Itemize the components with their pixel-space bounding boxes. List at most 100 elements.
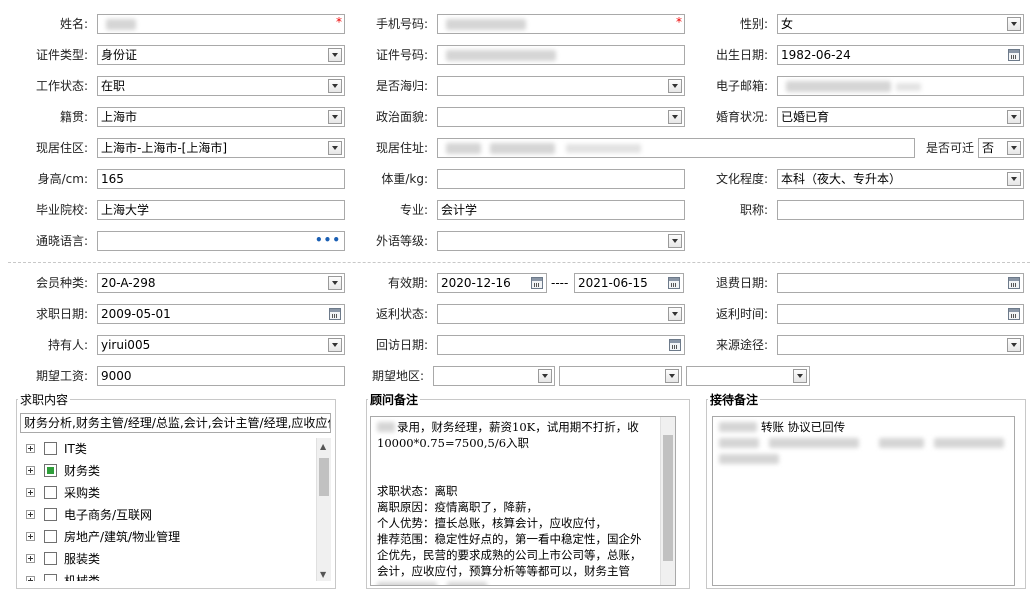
chevron-down-icon[interactable] [538, 369, 552, 383]
residence-address-input[interactable] [437, 138, 915, 158]
professional-title-input[interactable] [777, 200, 1024, 220]
name-input[interactable]: * [97, 14, 345, 34]
tree-item-label: 机械类 [64, 574, 101, 581]
phone-input[interactable]: * [437, 14, 685, 34]
language-input[interactable]: ••• [97, 231, 345, 251]
source-channel-select[interactable] [777, 335, 1024, 355]
note-line-text: 转账 协议已回传 [761, 420, 846, 434]
relocatable-value: 否 [982, 141, 995, 155]
work-status-select[interactable]: 在职 [97, 76, 345, 96]
chevron-down-icon[interactable] [328, 141, 342, 155]
job-date-input[interactable]: 2009-05-01 [97, 304, 345, 324]
native-place-select[interactable]: 上海市 [97, 107, 345, 127]
chevron-down-icon[interactable] [668, 234, 682, 248]
id-type-select[interactable]: 身份证 [97, 45, 345, 65]
calendar-icon[interactable] [531, 277, 543, 289]
expected-region-label: 期望地区: [371, 369, 424, 383]
checkbox-partial[interactable] [44, 464, 57, 477]
chevron-down-icon[interactable] [668, 307, 682, 321]
relocatable-select[interactable]: 否 [978, 138, 1024, 158]
chevron-down-icon[interactable] [328, 276, 342, 290]
valid-from-input[interactable]: 2020-12-16 [437, 273, 547, 293]
region-city-select[interactable] [559, 366, 682, 386]
job-content-summary[interactable]: 财务分析,财务主管/经理/总监,会计,会计主管/经理,应收应付 [20, 413, 331, 433]
foreign-language-level-select[interactable] [437, 231, 685, 251]
visit-date-input[interactable] [437, 335, 685, 355]
scroll-up-icon[interactable]: ▲ [320, 442, 326, 451]
expand-icon[interactable] [26, 554, 35, 563]
chevron-down-icon[interactable] [1007, 338, 1021, 352]
chevron-down-icon[interactable] [668, 110, 682, 124]
checkbox[interactable] [44, 530, 57, 543]
calendar-icon[interactable] [669, 339, 681, 351]
checkbox[interactable] [44, 486, 57, 499]
weight-input[interactable] [437, 169, 685, 189]
region-district-select[interactable] [686, 366, 810, 386]
work-status-label: 工作状态: [35, 79, 88, 93]
region-province-select[interactable] [433, 366, 555, 386]
chevron-down-icon[interactable] [328, 48, 342, 62]
expand-icon[interactable] [26, 444, 35, 453]
checkbox[interactable] [44, 574, 57, 581]
id-number-input[interactable] [437, 45, 685, 65]
expand-icon[interactable] [26, 532, 35, 541]
birth-date-input[interactable]: 1982-06-24 [777, 45, 1024, 65]
expected-salary-input[interactable]: 9000 [97, 366, 345, 386]
birth-date-value: 1982-06-24 [781, 48, 851, 62]
calendar-icon[interactable] [1008, 277, 1020, 289]
political-status-select[interactable] [437, 107, 685, 127]
note-line: 会计，应收应付，预算分析等等都可以，财务主管 [377, 564, 630, 578]
expand-icon[interactable] [26, 488, 35, 497]
advisor-notes-scrollbar[interactable] [660, 417, 675, 585]
more-options-icon[interactable]: ••• [315, 232, 341, 248]
job-category-tree[interactable]: IT类 财务类 采购类 电子商务/互联网 房地产/建筑/物业管理 服装类 机械类… [20, 438, 331, 581]
scroll-thumb[interactable] [663, 435, 673, 561]
rebate-time-input[interactable] [777, 304, 1024, 324]
calendar-icon[interactable] [1008, 49, 1020, 61]
holder-select[interactable]: yirui005 [97, 335, 345, 355]
calendar-icon[interactable] [668, 277, 680, 289]
expand-icon[interactable] [26, 510, 35, 519]
school-input[interactable]: 上海大学 [97, 200, 345, 220]
chevron-down-icon[interactable] [1007, 17, 1021, 31]
refund-date-input[interactable] [777, 273, 1024, 293]
chevron-down-icon[interactable] [328, 110, 342, 124]
checkbox[interactable] [44, 442, 57, 455]
residence-area-select[interactable]: 上海市-上海市-[上海市] [97, 138, 345, 158]
expand-icon[interactable] [26, 576, 35, 581]
chevron-down-icon[interactable] [328, 338, 342, 352]
email-input[interactable] [777, 76, 1024, 96]
scroll-down-icon[interactable]: ▼ [320, 570, 326, 579]
checkbox[interactable] [44, 552, 57, 565]
note-line: 录用，财务经理，薪资10K，试用期不打折，收 [377, 419, 661, 435]
marital-status-select[interactable]: 已婚已育 [777, 107, 1024, 127]
major-input[interactable]: 会计学 [437, 200, 685, 220]
gender-select[interactable]: 女 [777, 14, 1024, 34]
member-type-select[interactable]: 20-A-298 [97, 273, 345, 293]
chevron-down-icon[interactable] [1007, 172, 1021, 186]
required-mark: * [336, 15, 342, 29]
checkbox[interactable] [44, 508, 57, 521]
expand-icon[interactable] [26, 466, 35, 475]
date-range-separator: ---- [551, 276, 569, 290]
height-input[interactable]: 165 [97, 169, 345, 189]
advisor-notes-textarea[interactable]: 录用，财务经理，薪资10K，试用期不打折，收 10000*0.75=7500,5… [370, 416, 676, 586]
chevron-down-icon[interactable] [1007, 110, 1021, 124]
reception-notes-textarea[interactable]: 转账 协议已回传 [712, 416, 1015, 586]
education-value: 本科（夜大、专升本） [781, 172, 902, 186]
rebate-status-select[interactable] [437, 304, 685, 324]
tree-scrollbar[interactable]: ▲ ▼ [316, 438, 331, 581]
education-select[interactable]: 本科（夜大、专升本） [777, 169, 1024, 189]
calendar-icon[interactable] [329, 308, 341, 320]
overseas-select[interactable] [437, 76, 685, 96]
chevron-down-icon[interactable] [793, 369, 807, 383]
calendar-icon[interactable] [1008, 308, 1020, 320]
chevron-down-icon[interactable] [665, 369, 679, 383]
scroll-thumb[interactable] [319, 458, 329, 496]
chevron-down-icon[interactable] [1007, 141, 1021, 155]
valid-to-input[interactable]: 2021-06-15 [574, 273, 684, 293]
note-line: 企优先，民营的要求成熟的公司上市公司等，总账， [377, 548, 642, 562]
email-label: 电子邮箱: [715, 79, 768, 93]
chevron-down-icon[interactable] [668, 79, 682, 93]
chevron-down-icon[interactable] [328, 79, 342, 93]
